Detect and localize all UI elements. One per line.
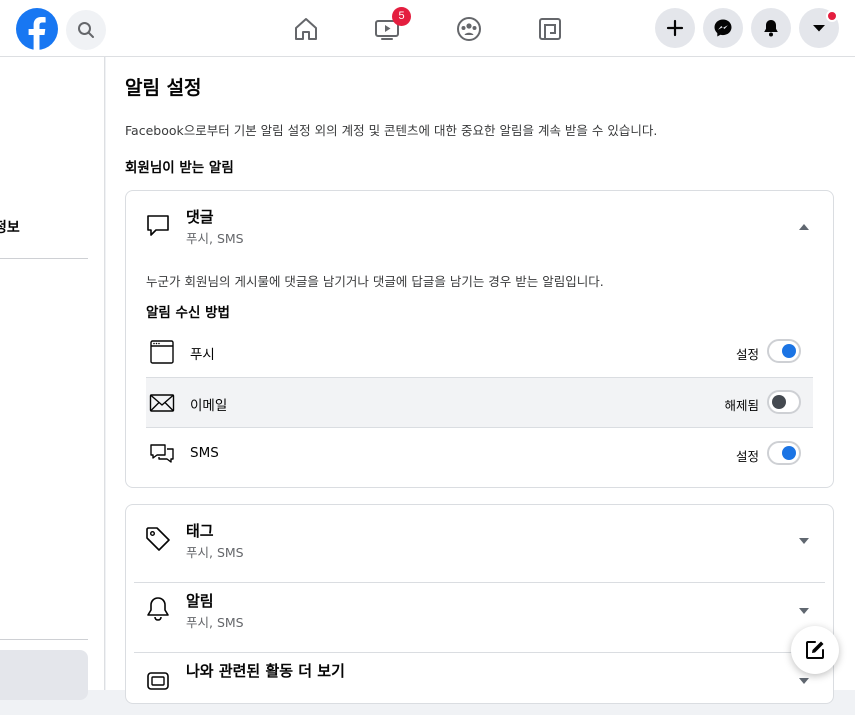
method-row-push[interactable]: 푸시 설정 (146, 327, 813, 378)
sidebar-divider (0, 639, 88, 640)
bell-icon (764, 20, 778, 37)
new-message-button[interactable] (791, 626, 839, 674)
settings-sidebar: 정보 (0, 57, 105, 700)
category-description: 누군가 회원님의 게시물에 댓글을 남기거나 댓글에 답글을 남기는 경우 받는… (146, 274, 604, 289)
browser-window-icon (150, 340, 174, 364)
method-status: 설정 (735, 449, 759, 464)
messenger-button[interactable] (703, 8, 743, 48)
activity-category-header[interactable]: 나와 관련된 활동 더 보기 (126, 645, 833, 715)
method-label: 푸시 (190, 347, 215, 363)
category-title: 나와 관련된 활동 더 보기 (186, 662, 345, 680)
section-heading: 회원님이 받는 알림 (125, 160, 234, 176)
category-title: 태그 (186, 522, 214, 540)
chevron-down-icon[interactable] (797, 604, 811, 618)
push-toggle[interactable] (767, 339, 801, 363)
sidebar-divider (0, 258, 88, 259)
groups-icon (457, 17, 481, 41)
plus-icon (666, 19, 684, 37)
method-label: 이메일 (190, 398, 228, 414)
page-description: Facebook으로부터 기본 알림 설정 외의 계정 및 콘텐츠에 대한 중요… (125, 123, 658, 138)
email-toggle[interactable] (767, 390, 801, 414)
comments-category-header[interactable]: 댓글 푸시, SMS (126, 191, 833, 261)
notifications-button[interactable] (751, 8, 791, 48)
chevron-down-icon[interactable] (797, 674, 811, 688)
sidebar-item-info[interactable]: 정보 (0, 217, 20, 237)
compose-icon (806, 641, 824, 659)
chevron-down-icon[interactable] (797, 534, 811, 548)
category-subtitle: 푸시, SMS (186, 615, 244, 630)
watch-badge: 5 (392, 7, 411, 26)
search-button[interactable] (66, 10, 106, 50)
method-label: SMS (190, 445, 219, 461)
account-menu-icon (813, 25, 825, 32)
sms-icon (150, 444, 174, 463)
category-title: 댓글 (186, 208, 214, 226)
tag-icon (146, 527, 170, 551)
home-icon (295, 18, 317, 40)
account-notification-dot (826, 10, 838, 22)
search-icon (78, 22, 94, 38)
facebook-logo-icon[interactable] (16, 8, 58, 50)
notification-settings-panel: 알림 설정 Facebook으로부터 기본 알림 설정 외의 계정 및 콘텐츠에… (106, 57, 855, 704)
gaming-icon (539, 18, 561, 40)
toggle-knob (772, 395, 786, 409)
tags-category-header[interactable]: 태그 푸시, SMS (126, 505, 833, 575)
envelope-icon (149, 394, 175, 412)
method-status: 설정 (735, 347, 759, 362)
nav-home[interactable] (291, 14, 321, 44)
methods-heading: 알림 수신 방법 (146, 305, 230, 321)
nav-groups[interactable] (454, 14, 484, 44)
comment-bubble-icon (147, 215, 169, 236)
toggle-knob (782, 344, 796, 358)
sms-toggle[interactable] (767, 441, 801, 465)
comments-settings-card: 댓글 푸시, SMS 누군가 회원님의 게시물에 댓글을 남기거나 댓글에 답글… (125, 190, 834, 488)
method-status: 해제됨 (724, 398, 759, 413)
method-row-sms[interactable]: SMS 설정 (146, 429, 813, 480)
category-title: 알림 (186, 592, 214, 610)
toggle-knob (782, 446, 796, 460)
page-title: 알림 설정 (125, 77, 202, 99)
bell-outline-icon (147, 597, 169, 621)
category-subtitle: 푸시, SMS (186, 231, 244, 246)
messenger-icon (714, 19, 732, 37)
create-button[interactable] (655, 8, 695, 48)
method-row-email[interactable]: 이메일 해제됨 (146, 377, 813, 428)
alerts-category-header[interactable]: 알림 푸시, SMS (126, 575, 833, 645)
sidebar-item-selected[interactable] (0, 650, 88, 700)
category-subtitle: 푸시, SMS (186, 545, 244, 560)
nav-gaming[interactable] (535, 14, 565, 44)
activity-icon (147, 672, 169, 690)
top-navigation-bar: 5 (0, 0, 855, 57)
other-categories-card: 태그 푸시, SMS 알림 푸시, SMS 나와 관련된 활동 더 보기 (125, 504, 834, 704)
chevron-up-icon[interactable] (797, 220, 811, 234)
